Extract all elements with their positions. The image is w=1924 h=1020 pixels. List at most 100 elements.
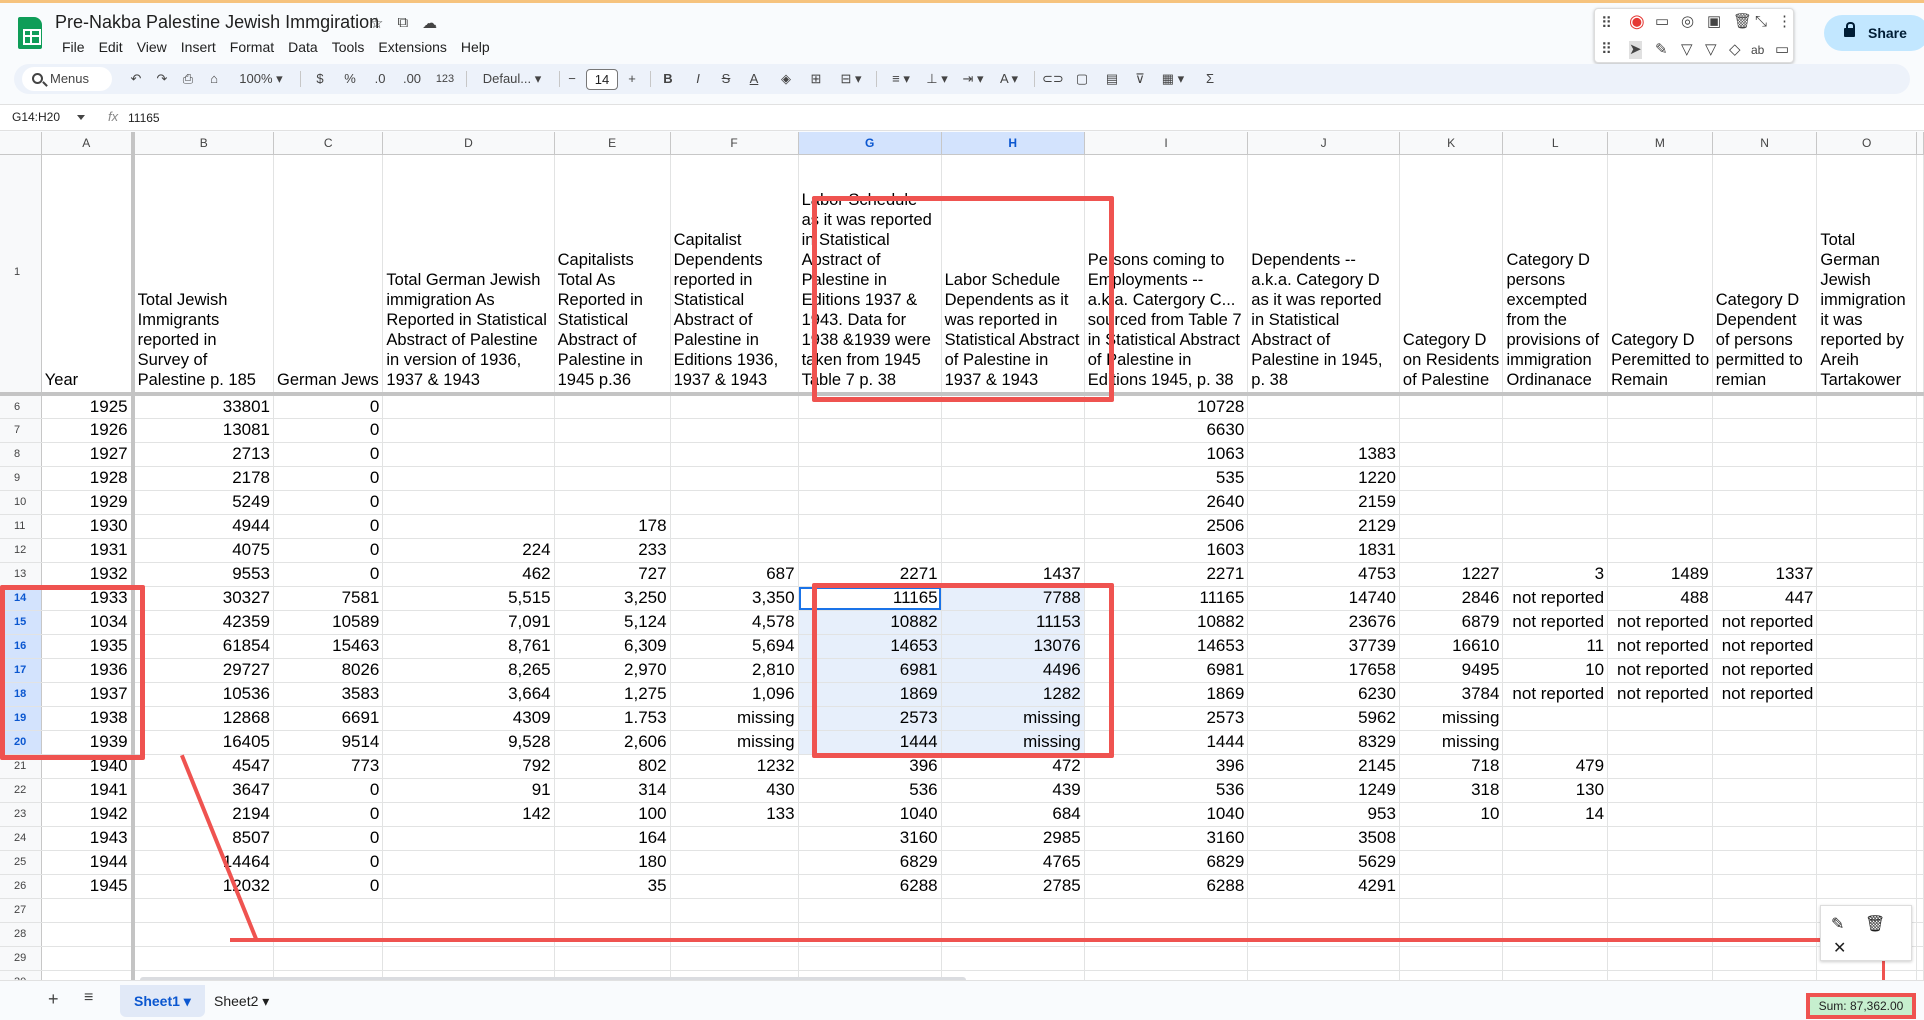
cell-m30[interactable] — [1607, 970, 1713, 980]
cell-a24[interactable]: 1943 — [41, 826, 135, 851]
cell-d13[interactable]: 462 — [382, 562, 555, 587]
cell-h29[interactable] — [941, 946, 1085, 971]
collapse-icon[interactable]: ⤡ — [1755, 13, 1767, 31]
cell-i27[interactable] — [1084, 898, 1249, 923]
column-header-n[interactable]: N — [1712, 132, 1818, 155]
cell-j28[interactable] — [1247, 922, 1400, 947]
cell-j22[interactable]: 1249 — [1247, 778, 1400, 803]
cell-g29[interactable] — [798, 946, 942, 971]
cell-n18[interactable]: not reported — [1712, 682, 1818, 707]
cell-j19[interactable]: 5962 — [1247, 706, 1400, 731]
cell-e12[interactable]: 233 — [554, 538, 671, 563]
row-header[interactable]: 10 — [0, 490, 42, 515]
cell-d15[interactable]: 7,091 — [382, 610, 555, 635]
cell-h17[interactable]: 4496 — [941, 658, 1085, 683]
row-header[interactable]: 23 — [0, 802, 42, 827]
cell-i25[interactable]: 6829 — [1084, 850, 1249, 875]
cell-k9[interactable] — [1399, 466, 1504, 491]
cell-e16[interactable]: 6,309 — [554, 634, 671, 659]
menu-tools[interactable]: Tools — [325, 37, 372, 57]
cell-e13[interactable]: 727 — [554, 562, 671, 587]
cell-l14[interactable]: not reported — [1502, 586, 1609, 611]
cell-g13[interactable]: 2271 — [798, 562, 942, 587]
column-header-i[interactable]: I — [1084, 132, 1249, 155]
select-all-corner[interactable] — [0, 132, 42, 155]
star-icon[interactable]: ☆ — [370, 14, 383, 32]
cell-m12[interactable] — [1607, 538, 1713, 563]
cell-f11[interactable] — [670, 514, 799, 539]
cell-i16[interactable]: 14653 — [1084, 634, 1249, 659]
cell-e25[interactable]: 180 — [554, 850, 671, 875]
text-color-button[interactable]: A — [744, 64, 764, 94]
cell-i30[interactable] — [1084, 970, 1249, 980]
cell-f18[interactable]: 1,096 — [670, 682, 799, 707]
cell-d27[interactable] — [382, 898, 555, 923]
cell-c26[interactable]: 0 — [273, 874, 384, 899]
cell-f6[interactable] — [670, 394, 799, 419]
cell-i26[interactable]: 6288 — [1084, 874, 1249, 899]
row-header[interactable]: 22 — [0, 778, 42, 803]
cell-e29[interactable] — [554, 946, 671, 971]
cell-i13[interactable]: 2271 — [1084, 562, 1249, 587]
cell-b27[interactable] — [132, 898, 275, 923]
row-header[interactable]: 19 — [0, 706, 42, 731]
share-button[interactable]: Share — [1824, 15, 1924, 51]
cell-o26[interactable] — [1816, 874, 1917, 899]
valign-icon[interactable]: ⊥ ▾ — [922, 64, 952, 94]
video-icon[interactable]: ▭ — [1655, 13, 1669, 31]
cell-i6[interactable]: 10728 — [1084, 394, 1249, 419]
cell-o10[interactable] — [1816, 490, 1917, 515]
cell-b17[interactable]: 29727 — [132, 658, 275, 683]
cell-d11[interactable] — [382, 514, 555, 539]
cell-b15[interactable]: 42359 — [132, 610, 275, 635]
cell-f9[interactable] — [670, 466, 799, 491]
column-header-o[interactable]: O — [1816, 132, 1917, 155]
cell-o24[interactable] — [1816, 826, 1917, 851]
cell-b25[interactable]: 14464 — [132, 850, 275, 875]
cell-k10[interactable] — [1399, 490, 1504, 515]
cell-h19[interactable]: missing — [941, 706, 1085, 731]
cell-d12[interactable]: 224 — [382, 538, 555, 563]
cell-g19[interactable]: 2573 — [798, 706, 942, 731]
cell-g7[interactable] — [798, 418, 942, 443]
row-header[interactable]: 7 — [0, 418, 42, 443]
cell-j7[interactable] — [1247, 418, 1400, 443]
cell-g22[interactable]: 536 — [798, 778, 942, 803]
cell-m28[interactable] — [1607, 922, 1713, 947]
link-icon[interactable]: ⊂⊃ — [1042, 64, 1064, 94]
redo-icon[interactable]: ↷ — [152, 64, 172, 94]
cell-b6[interactable]: 33801 — [132, 394, 275, 419]
cell-m17[interactable]: not reported — [1607, 658, 1713, 683]
italic-button[interactable]: I — [688, 64, 708, 94]
filter-icon[interactable]: ⊽ — [1130, 64, 1150, 94]
currency-button[interactable]: $ — [310, 64, 330, 94]
cell-n17[interactable]: not reported — [1712, 658, 1818, 683]
print-icon[interactable]: ⎙ — [178, 64, 198, 94]
row-header[interactable]: 24 — [0, 826, 42, 851]
cell-k22[interactable]: 318 — [1399, 778, 1504, 803]
cell-k21[interactable]: 718 — [1399, 754, 1504, 779]
zoom-select[interactable]: 100% ▾ — [236, 64, 286, 94]
cell-i15[interactable]: 10882 — [1084, 610, 1249, 635]
magic-wand-icon[interactable]: ✎ — [1655, 41, 1668, 59]
cell-m10[interactable] — [1607, 490, 1713, 515]
row-header[interactable]: 14 — [0, 586, 42, 611]
cell-g12[interactable] — [798, 538, 942, 563]
cell-k11[interactable] — [1399, 514, 1504, 539]
cell-a23[interactable]: 1942 — [41, 802, 135, 827]
cell-k15[interactable]: 6879 — [1399, 610, 1504, 635]
cell-j21[interactable]: 2145 — [1247, 754, 1400, 779]
menu-edit[interactable]: Edit — [92, 37, 130, 57]
cell-g8[interactable] — [798, 442, 942, 467]
highlighter-icon[interactable]: ▽ — [1681, 41, 1693, 59]
cell-o9[interactable] — [1816, 466, 1917, 491]
cell-a25[interactable]: 1944 — [41, 850, 135, 875]
chart-icon[interactable]: ▤ — [1102, 64, 1122, 94]
cell-m24[interactable] — [1607, 826, 1713, 851]
cell-d26[interactable] — [382, 874, 555, 899]
header-cell-g[interactable]: Labor Schedule as it was reported in Sta… — [798, 154, 942, 396]
cloud-status-icon[interactable]: ☁ — [422, 14, 437, 32]
cell-e11[interactable]: 178 — [554, 514, 671, 539]
cell-a12[interactable]: 1931 — [41, 538, 135, 563]
cell-f20[interactable]: missing — [670, 730, 799, 755]
